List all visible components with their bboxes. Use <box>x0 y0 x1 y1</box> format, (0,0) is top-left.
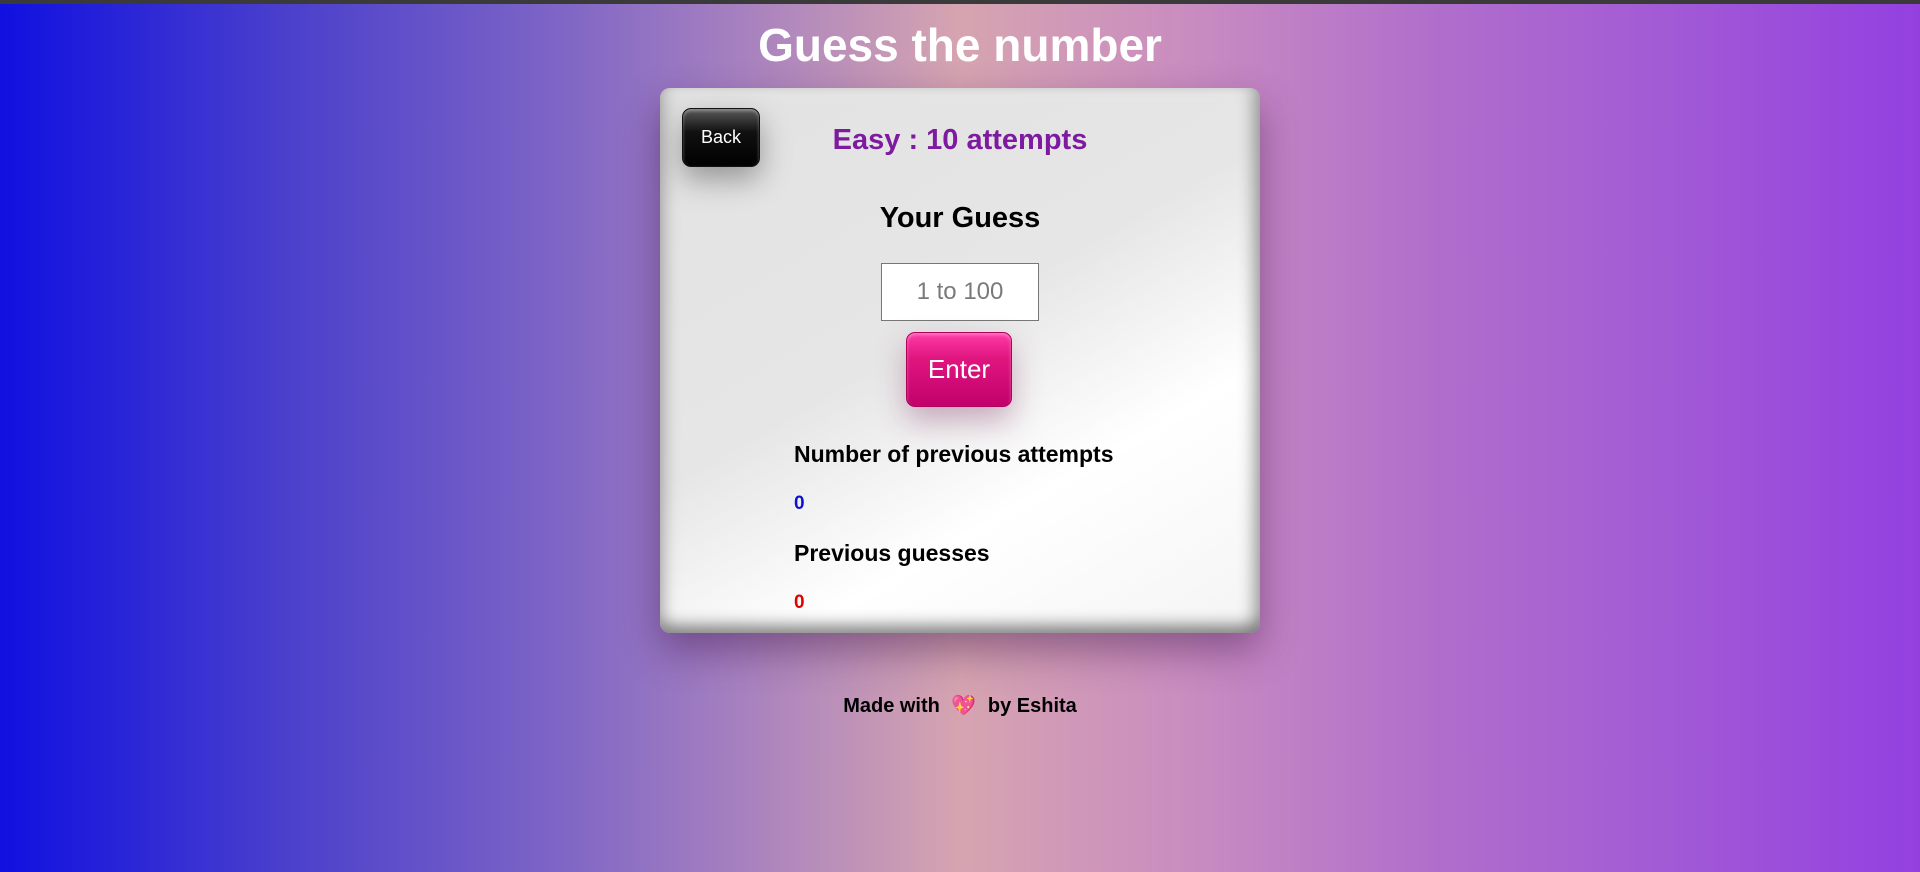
guess-input[interactable] <box>881 263 1039 321</box>
attempts-value: 0 <box>794 493 805 514</box>
previous-guesses-label: Previous guesses <box>794 540 990 566</box>
page-title: Guess the number <box>758 19 1162 71</box>
footer-suffix: by Eshita <box>987 695 1077 717</box>
heart-icon: 💖 <box>951 695 977 717</box>
difficulty-label: Easy : 10 attempts <box>832 124 1088 156</box>
attempts-label: Number of previous attempts <box>794 441 1114 467</box>
top-strip <box>0 0 1920 4</box>
previous-guesses-value: 0 <box>794 592 805 613</box>
guess-label: Your Guess <box>879 202 1041 234</box>
footer-prefix: Made with <box>843 695 940 717</box>
game-card: Back Easy : 10 attempts Your Guess Enter… <box>660 88 1260 633</box>
enter-button[interactable]: Enter <box>906 332 1012 407</box>
footer: Made with 💖 by Eshita <box>0 693 1920 718</box>
